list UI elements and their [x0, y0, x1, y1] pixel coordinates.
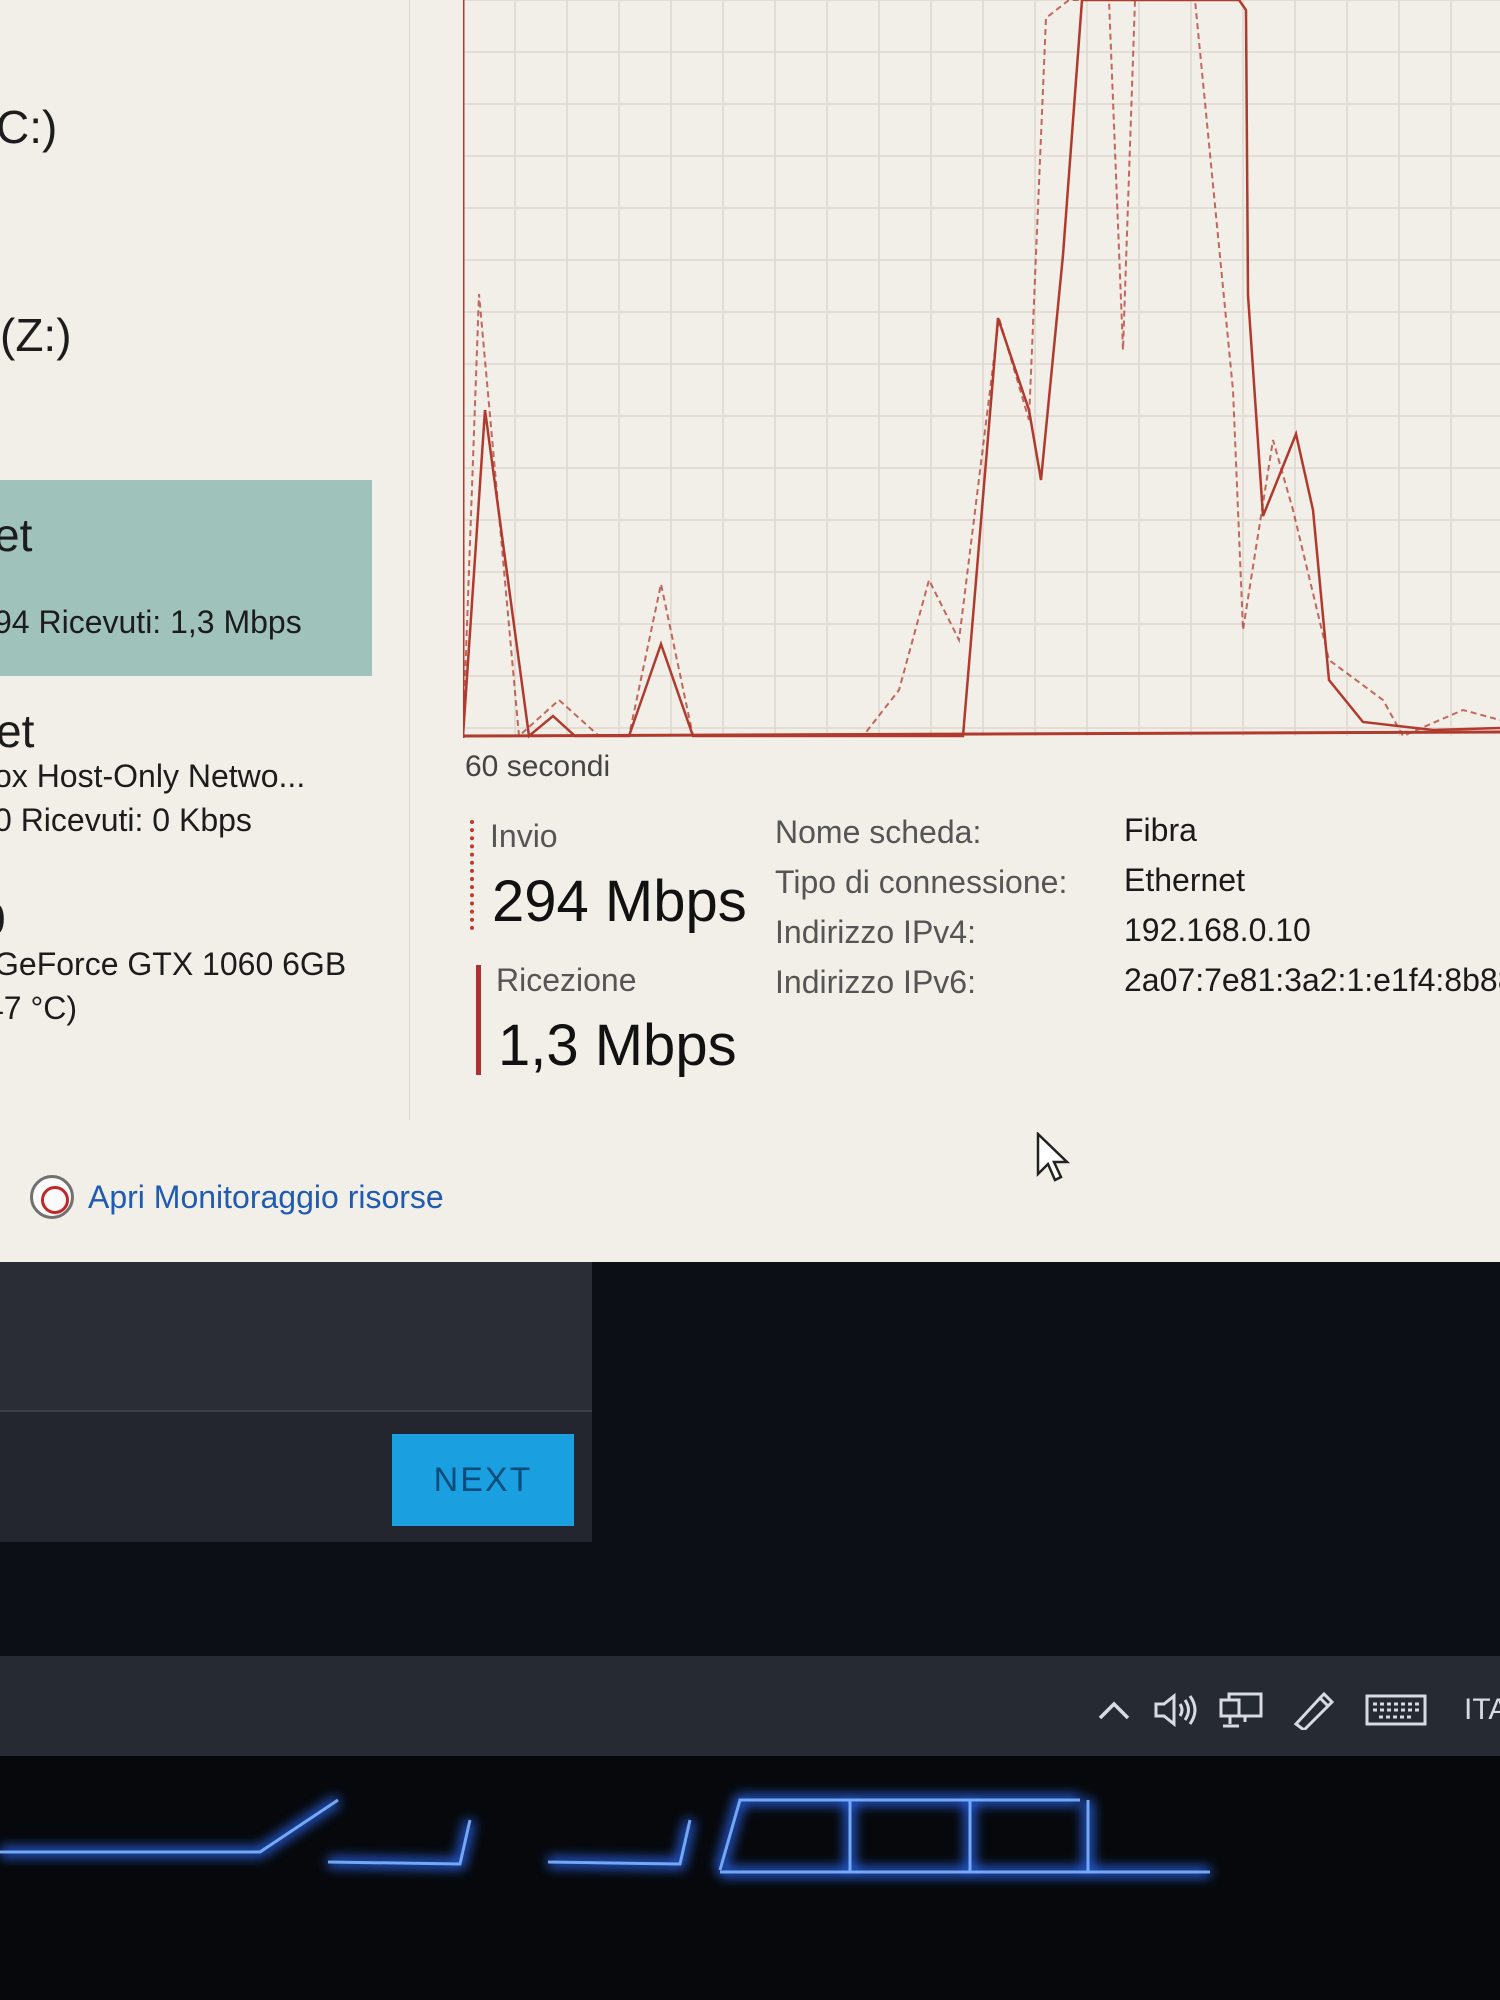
sidebar-item-detail: 94 Ricevuti: 1,3 Mbps — [0, 604, 302, 640]
connection-type-key: Tipo di connessione: — [775, 864, 1068, 900]
sidebar-item-label: et — [0, 705, 35, 757]
input-language-indicator[interactable]: ITA — [1464, 1686, 1500, 1734]
volume-icon[interactable] — [1150, 1686, 1202, 1734]
taskbar — [0, 1656, 1500, 1756]
ipv6-value: 2a07:7e81:3a2:1:e1f4:8b88 — [1124, 962, 1500, 998]
connection-type-value: Ethernet — [1124, 862, 1245, 898]
pen-icon[interactable] — [1288, 1686, 1338, 1734]
receive-value: 1,3 Mbps — [498, 1013, 737, 1078]
send-indicator — [470, 820, 474, 930]
sidebar-item-name: ox Host-Only Netwo... — [0, 758, 306, 794]
send-label: Invio — [490, 818, 558, 854]
send-value: 294 Mbps — [492, 869, 747, 934]
dialog-body — [0, 1262, 592, 1412]
adapter-name-key: Nome scheda: — [775, 814, 982, 850]
adapter-name-value: Fibra — [1124, 812, 1197, 848]
mouse-cursor-icon — [1036, 1132, 1070, 1182]
graph-time-label: 60 secondi — [465, 750, 611, 783]
open-resource-monitor-link[interactable]: Apri Monitoraggio risorse — [30, 1175, 444, 1219]
touch-keyboard-icon[interactable] — [1364, 1686, 1428, 1734]
sidebar-item-name: GeForce GTX 1060 6GB — [0, 946, 347, 982]
ipv6-key: Indirizzo IPv6: — [775, 964, 976, 1000]
sidebar-item-disk-z[interactable]: (Z:) — [0, 308, 72, 362]
sidebar-item-ethernet-selected[interactable]: et 94 Ricevuti: 1,3 Mbps — [0, 480, 372, 676]
sidebar-item-label: et — [0, 509, 33, 561]
ipv4-key: Indirizzo IPv4: — [775, 914, 976, 950]
next-button[interactable]: NEXT — [392, 1434, 574, 1526]
ipv4-value: 192.168.0.10 — [1124, 912, 1311, 948]
throughput-graph — [463, 0, 1500, 739]
resource-monitor-icon — [30, 1175, 74, 1219]
sidebar-item-label: 0 — [0, 892, 6, 946]
sidebar-item-disk-c[interactable]: C:) — [0, 100, 57, 154]
receive-label: Ricezione — [496, 962, 637, 998]
receive-indicator — [476, 965, 481, 1075]
open-resource-monitor-label: Apri Monitoraggio risorse — [88, 1178, 444, 1215]
performance-sidebar: C:) (Z:) et 94 Ricevuti: 1,3 Mbps et ox … — [0, 0, 410, 1120]
sidebar-item-detail: 47 °C) — [0, 990, 78, 1026]
input-language-label: ITA — [1464, 1693, 1500, 1726]
network-icon[interactable] — [1214, 1686, 1270, 1734]
task-manager-window: C:) (Z:) et 94 Ricevuti: 1,3 Mbps et ox … — [0, 0, 1500, 1262]
show-hidden-icons-chevron-icon[interactable] — [1094, 1686, 1134, 1734]
keyboard-backlight — [0, 1795, 1210, 1877]
sidebar-item-detail: 0 Ricevuti: 0 Kbps — [0, 802, 252, 838]
